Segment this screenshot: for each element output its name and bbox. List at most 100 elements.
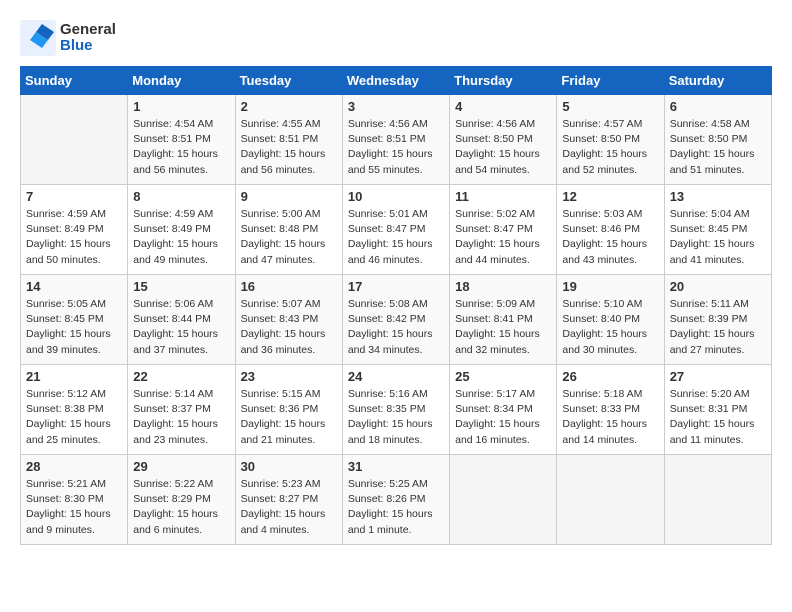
day-info: Sunrise: 5:23 AM Sunset: 8:27 PM Dayligh… (241, 477, 337, 538)
day-number: 23 (241, 369, 337, 384)
calendar-cell: 19 Sunrise: 5:10 AM Sunset: 8:40 PM Dayli… (557, 275, 664, 365)
day-info: Sunrise: 5:25 AM Sunset: 8:26 PM Dayligh… (348, 477, 444, 538)
day-info: Sunrise: 5:21 AM Sunset: 8:30 PM Dayligh… (26, 477, 122, 538)
day-info: Sunrise: 5:06 AM Sunset: 8:44 PM Dayligh… (133, 297, 229, 358)
day-info: Sunrise: 5:22 AM Sunset: 8:29 PM Dayligh… (133, 477, 229, 538)
column-header-tuesday: Tuesday (235, 67, 342, 95)
day-info: Sunrise: 5:10 AM Sunset: 8:40 PM Dayligh… (562, 297, 658, 358)
calendar-cell: 11Sunrise: 5:02 AM Sunset: 8:47 PM Dayli… (450, 185, 557, 275)
day-number: 4 (455, 99, 551, 114)
calendar-cell: 7 Sunrise: 4:59 AM Sunset: 8:49 PM Daylig… (21, 185, 128, 275)
day-number: 19 (562, 279, 658, 294)
calendar-cell: 18Sunrise: 5:09 AM Sunset: 8:41 PM Dayli… (450, 275, 557, 365)
day-info: Sunrise: 5:03 AM Sunset: 8:46 PM Dayligh… (562, 207, 658, 268)
calendar-cell: 14 Sunrise: 5:05 AM Sunset: 8:45 PM Dayli… (21, 275, 128, 365)
day-number: 7 (26, 189, 122, 204)
day-info: Sunrise: 4:56 AM Sunset: 8:50 PM Dayligh… (455, 117, 551, 178)
day-number: 27 (670, 369, 766, 384)
calendar-cell: 25Sunrise: 5:17 AM Sunset: 8:34 PM Dayli… (450, 365, 557, 455)
day-number: 14 (26, 279, 122, 294)
calendar-cell: 6 Sunrise: 4:58 AM Sunset: 8:50 PM Daylig… (664, 95, 771, 185)
day-info: Sunrise: 5:09 AM Sunset: 8:41 PM Dayligh… (455, 297, 551, 358)
day-number: 17 (348, 279, 444, 294)
day-info: Sunrise: 5:07 AM Sunset: 8:43 PM Dayligh… (241, 297, 337, 358)
week-row-4: 21 Sunrise: 5:12 AM Sunset: 8:38 PM Dayli… (21, 365, 772, 455)
day-info: Sunrise: 4:54 AM Sunset: 8:51 PM Dayligh… (133, 117, 229, 178)
day-number: 28 (26, 459, 122, 474)
column-header-sunday: Sunday (21, 67, 128, 95)
calendar-body: 1 Sunrise: 4:54 AM Sunset: 8:51 PM Daylig… (21, 95, 772, 545)
calendar-cell: 3 Sunrise: 4:56 AM Sunset: 8:51 PM Daylig… (342, 95, 449, 185)
day-info: Sunrise: 4:55 AM Sunset: 8:51 PM Dayligh… (241, 117, 337, 178)
week-row-1: 1 Sunrise: 4:54 AM Sunset: 8:51 PM Daylig… (21, 95, 772, 185)
day-info: Sunrise: 5:05 AM Sunset: 8:45 PM Dayligh… (26, 297, 122, 358)
logo-graphic (20, 20, 56, 56)
day-number: 1 (133, 99, 229, 114)
day-info: Sunrise: 5:14 AM Sunset: 8:37 PM Dayligh… (133, 387, 229, 448)
day-info: Sunrise: 5:12 AM Sunset: 8:38 PM Dayligh… (26, 387, 122, 448)
day-info: Sunrise: 4:58 AM Sunset: 8:50 PM Dayligh… (670, 117, 766, 178)
calendar-header: SundayMondayTuesdayWednesdayThursdayFrid… (21, 67, 772, 95)
logo: General Blue (20, 20, 116, 56)
calendar-cell (664, 455, 771, 545)
calendar-cell: 30Sunrise: 5:23 AM Sunset: 8:27 PM Dayli… (235, 455, 342, 545)
day-info: Sunrise: 5:17 AM Sunset: 8:34 PM Dayligh… (455, 387, 551, 448)
calendar-cell: 16Sunrise: 5:07 AM Sunset: 8:43 PM Dayli… (235, 275, 342, 365)
day-info: Sunrise: 5:11 AM Sunset: 8:39 PM Dayligh… (670, 297, 766, 358)
logo-blue-text: Blue (60, 38, 116, 55)
calendar-cell: 17 Sunrise: 5:08 AM Sunset: 8:42 PM Dayli… (342, 275, 449, 365)
day-number: 21 (26, 369, 122, 384)
day-number: 24 (348, 369, 444, 384)
column-header-friday: Friday (557, 67, 664, 95)
day-number: 2 (241, 99, 337, 114)
day-number: 11 (455, 189, 551, 204)
calendar-cell: 27Sunrise: 5:20 AM Sunset: 8:31 PM Dayli… (664, 365, 771, 455)
column-header-saturday: Saturday (664, 67, 771, 95)
calendar-cell: 2 Sunrise: 4:55 AM Sunset: 8:51 PM Daylig… (235, 95, 342, 185)
day-number: 20 (670, 279, 766, 294)
logo-general-text: General (60, 22, 116, 39)
calendar-cell: 8Sunrise: 4:59 AM Sunset: 8:49 PM Daylig… (128, 185, 235, 275)
calendar-cell: 23Sunrise: 5:15 AM Sunset: 8:36 PM Dayli… (235, 365, 342, 455)
day-number: 3 (348, 99, 444, 114)
week-row-5: 28 Sunrise: 5:21 AM Sunset: 8:30 PM Dayli… (21, 455, 772, 545)
calendar-cell: 26 Sunrise: 5:18 AM Sunset: 8:33 PM Dayli… (557, 365, 664, 455)
day-number: 9 (241, 189, 337, 204)
day-info: Sunrise: 4:56 AM Sunset: 8:51 PM Dayligh… (348, 117, 444, 178)
day-info: Sunrise: 4:59 AM Sunset: 8:49 PM Dayligh… (26, 207, 122, 268)
day-number: 13 (670, 189, 766, 204)
calendar-cell: 9 Sunrise: 5:00 AM Sunset: 8:48 PM Daylig… (235, 185, 342, 275)
day-number: 29 (133, 459, 229, 474)
logo-combined: General Blue (20, 20, 116, 56)
column-header-wednesday: Wednesday (342, 67, 449, 95)
day-info: Sunrise: 5:01 AM Sunset: 8:47 PM Dayligh… (348, 207, 444, 268)
day-number: 26 (562, 369, 658, 384)
page-header: General Blue (20, 20, 772, 56)
calendar-cell (21, 95, 128, 185)
header-row: SundayMondayTuesdayWednesdayThursdayFrid… (21, 67, 772, 95)
calendar-cell (557, 455, 664, 545)
day-number: 15 (133, 279, 229, 294)
day-info: Sunrise: 5:08 AM Sunset: 8:42 PM Dayligh… (348, 297, 444, 358)
day-info: Sunrise: 5:04 AM Sunset: 8:45 PM Dayligh… (670, 207, 766, 268)
calendar-cell: 29 Sunrise: 5:22 AM Sunset: 8:29 PM Dayli… (128, 455, 235, 545)
week-row-2: 7 Sunrise: 4:59 AM Sunset: 8:49 PM Daylig… (21, 185, 772, 275)
calendar-cell: 4 Sunrise: 4:56 AM Sunset: 8:50 PM Daylig… (450, 95, 557, 185)
day-info: Sunrise: 4:57 AM Sunset: 8:50 PM Dayligh… (562, 117, 658, 178)
calendar-cell: 20 Sunrise: 5:11 AM Sunset: 8:39 PM Dayli… (664, 275, 771, 365)
day-number: 6 (670, 99, 766, 114)
calendar-cell: 5Sunrise: 4:57 AM Sunset: 8:50 PM Daylig… (557, 95, 664, 185)
day-info: Sunrise: 5:00 AM Sunset: 8:48 PM Dayligh… (241, 207, 337, 268)
column-header-thursday: Thursday (450, 67, 557, 95)
day-info: Sunrise: 5:18 AM Sunset: 8:33 PM Dayligh… (562, 387, 658, 448)
calendar-cell: 12 Sunrise: 5:03 AM Sunset: 8:46 PM Dayli… (557, 185, 664, 275)
day-number: 12 (562, 189, 658, 204)
calendar-cell: 13 Sunrise: 5:04 AM Sunset: 8:45 PM Dayli… (664, 185, 771, 275)
day-number: 8 (133, 189, 229, 204)
calendar-cell: 1 Sunrise: 4:54 AM Sunset: 8:51 PM Daylig… (128, 95, 235, 185)
day-number: 22 (133, 369, 229, 384)
calendar-cell: 15 Sunrise: 5:06 AM Sunset: 8:44 PM Dayli… (128, 275, 235, 365)
column-header-monday: Monday (128, 67, 235, 95)
day-number: 31 (348, 459, 444, 474)
calendar-cell: 10Sunrise: 5:01 AM Sunset: 8:47 PM Dayli… (342, 185, 449, 275)
